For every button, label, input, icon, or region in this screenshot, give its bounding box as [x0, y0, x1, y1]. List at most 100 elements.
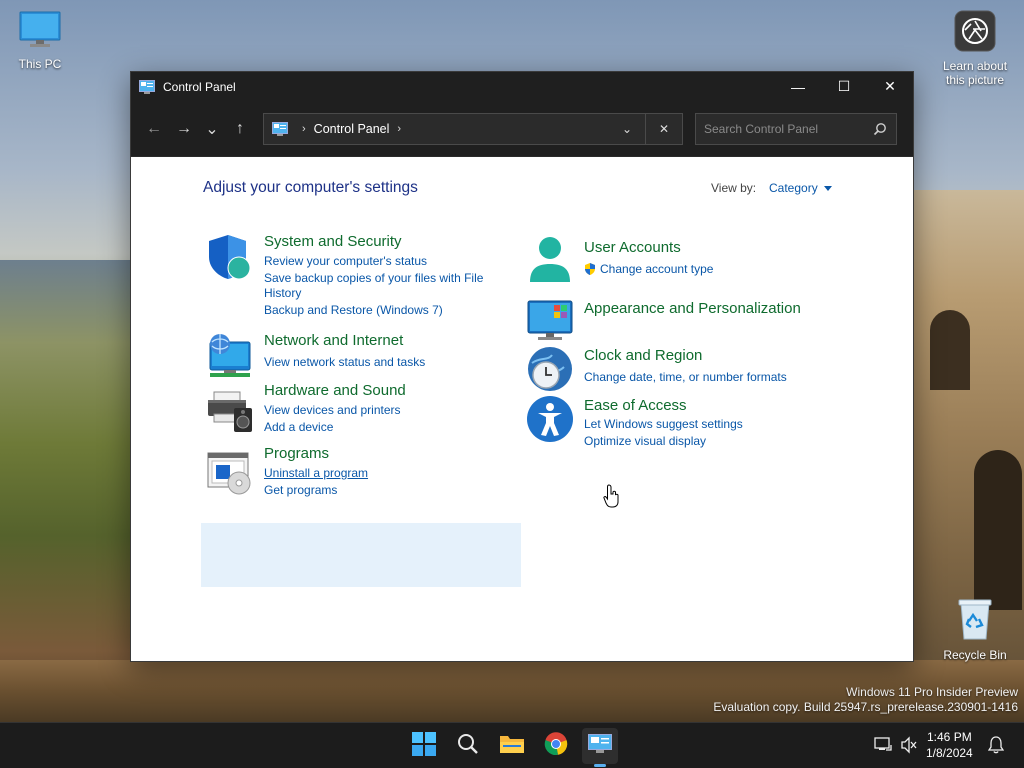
breadcrumb-separator-trailing[interactable]: › — [397, 123, 401, 135]
link-add-device[interactable]: Add a device — [264, 420, 333, 435]
link-review-status[interactable]: Review your computer's status — [264, 254, 427, 269]
clock-globe-icon — [526, 345, 574, 393]
breadcrumb-separator[interactable]: › — [302, 123, 306, 135]
network-icon[interactable] — [874, 736, 892, 759]
recent-locations-button[interactable]: ⌄ — [199, 114, 225, 144]
desktop-icon-recycle-bin[interactable]: Recycle Bin — [935, 597, 1015, 662]
navigation-bar: ← → ⌄ ↑ › Control Panel › ⌄ ✕ — [131, 101, 913, 157]
view-by-label: View by: — [711, 181, 757, 195]
control-panel-taskbar-button[interactable] — [582, 728, 618, 767]
category-title-hardware-sound[interactable]: Hardware and Sound — [264, 382, 406, 399]
watermark-line-1: Windows 11 Pro Insider Preview — [846, 685, 1018, 699]
search-icon[interactable] — [456, 732, 480, 761]
caret-down-icon[interactable] — [823, 185, 832, 191]
minimize-button[interactable]: — — [775, 72, 821, 101]
this-pc-label: This PC — [18, 57, 62, 71]
address-bar[interactable]: › Control Panel › ⌄ ✕ — [263, 112, 683, 145]
wallpaper-left — [0, 260, 140, 720]
view-by-dropdown[interactable]: Category — [769, 181, 832, 195]
folder-icon[interactable] — [499, 733, 525, 760]
category-title-network-internet[interactable]: Network and Internet — [264, 332, 403, 349]
category-system-security: System and Security Review your computer… — [206, 233, 506, 323]
category-appearance: Appearance and Personalization — [526, 297, 846, 345]
clock-time: 1:46 PM — [927, 730, 972, 744]
file-explorer-button[interactable] — [494, 728, 530, 764]
link-suggest-settings[interactable]: Let Windows suggest settings — [584, 417, 743, 432]
up-button[interactable]: ↑ — [225, 114, 255, 144]
notification-bell-icon[interactable] — [987, 736, 1005, 759]
windows-logo-icon[interactable] — [412, 731, 436, 761]
category-title-system-security[interactable]: System and Security — [264, 233, 402, 250]
search-box[interactable] — [695, 112, 897, 145]
watermark-line-2: Evaluation copy. Build 25947.rs_prerelea… — [713, 700, 1018, 714]
control-panel-icon — [139, 79, 155, 94]
uac-shield-icon — [583, 262, 597, 281]
close-button[interactable]: ✕ — [867, 72, 913, 101]
link-save-backup-history[interactable]: History — [264, 286, 301, 301]
appearance-monitor-icon — [526, 297, 574, 345]
link-save-backup[interactable]: Save backup copies of your files with Fi… — [264, 271, 483, 286]
taskbar: 1:46 PM 1/8/2024 — [0, 722, 1024, 768]
address-dropdown-button[interactable]: ⌄ — [609, 114, 645, 144]
search-button[interactable] — [450, 728, 486, 764]
desktop-icon-learn-picture[interactable]: Learn about this picture — [935, 10, 1015, 87]
recycle-bin-icon — [935, 597, 1015, 644]
start-button[interactable] — [406, 728, 442, 764]
category-title-appearance[interactable]: Appearance and Personalization — [584, 300, 801, 317]
link-get-programs[interactable]: Get programs — [264, 483, 337, 498]
category-clock-region: Clock and Region Change date, time, or n… — [526, 345, 846, 395]
control-panel-window: Control Panel — ☐ ✕ ← → ⌄ ↑ › Control Pa… — [130, 71, 914, 662]
category-ease-of-access: Ease of Access Let Windows suggest setti… — [526, 395, 846, 451]
programs-hover-highlight — [201, 523, 521, 587]
active-app-indicator — [594, 764, 606, 767]
category-title-clock-region[interactable]: Clock and Region — [584, 347, 702, 364]
link-network-status[interactable]: View network status and tasks — [264, 355, 425, 370]
control-panel-icon[interactable] — [588, 733, 612, 759]
globe-network-icon — [206, 332, 254, 380]
search-icon[interactable] — [864, 122, 896, 136]
clear-address-button[interactable]: ✕ — [646, 114, 682, 144]
breadcrumb-control-panel[interactable]: Control Panel — [314, 122, 390, 136]
chrome-button[interactable] — [538, 728, 574, 764]
forward-button[interactable]: → — [169, 114, 199, 144]
printer-speaker-icon — [206, 388, 254, 436]
view-by-value[interactable]: Category — [769, 181, 818, 195]
user-accounts-icon — [526, 236, 574, 284]
chrome-icon[interactable] — [544, 731, 568, 761]
back-button[interactable]: ← — [139, 114, 169, 144]
page-heading: Adjust your computer's settings — [203, 179, 418, 196]
link-uninstall-program[interactable]: Uninstall a program — [264, 466, 368, 481]
link-backup-restore[interactable]: Backup and Restore (Windows 7) — [264, 303, 443, 318]
build-watermark: Windows 11 Pro Insider Preview Evaluatio… — [713, 685, 1018, 715]
learn-label-1: Learn about — [942, 59, 1008, 73]
window-title: Control Panel — [163, 79, 236, 94]
volume-muted-icon[interactable] — [900, 736, 918, 759]
category-title-programs[interactable]: Programs — [264, 445, 329, 462]
link-change-account-type[interactable]: Change account type — [600, 262, 713, 277]
camera-info-icon — [935, 10, 1015, 55]
control-panel-icon — [272, 121, 288, 136]
monitor-icon — [0, 10, 80, 53]
link-change-date-time[interactable]: Change date, time, or number formats — [584, 370, 787, 385]
desktop-icon-this-pc[interactable]: This PC — [0, 10, 80, 71]
category-user-accounts: User Accounts Change account type — [526, 236, 846, 288]
programs-icon — [206, 449, 254, 497]
system-clock[interactable]: 1:46 PM 1/8/2024 — [926, 729, 973, 761]
link-optimize-display[interactable]: Optimize visual display — [584, 434, 706, 449]
category-network-internet: Network and Internet View network status… — [206, 332, 506, 380]
category-hardware-sound: Hardware and Sound View devices and prin… — [206, 382, 506, 442]
category-programs: Programs Uninstall a program Get program… — [206, 445, 506, 505]
recycle-bin-label: Recycle Bin — [943, 648, 1007, 662]
shield-icon — [206, 233, 254, 281]
clock-date: 1/8/2024 — [926, 746, 973, 760]
content-area: Adjust your computer's settings View by:… — [131, 157, 913, 661]
learn-label-2: this picture — [945, 73, 1005, 87]
maximize-button[interactable]: ☐ — [821, 72, 867, 101]
category-title-user-accounts[interactable]: User Accounts — [584, 239, 681, 256]
search-input[interactable] — [696, 121, 864, 136]
link-devices-printers[interactable]: View devices and printers — [264, 403, 401, 418]
category-title-ease-of-access[interactable]: Ease of Access — [584, 397, 687, 414]
accessibility-icon — [526, 395, 574, 443]
title-bar[interactable]: Control Panel — ☐ ✕ — [131, 72, 913, 101]
hand-cursor-icon — [603, 484, 621, 513]
